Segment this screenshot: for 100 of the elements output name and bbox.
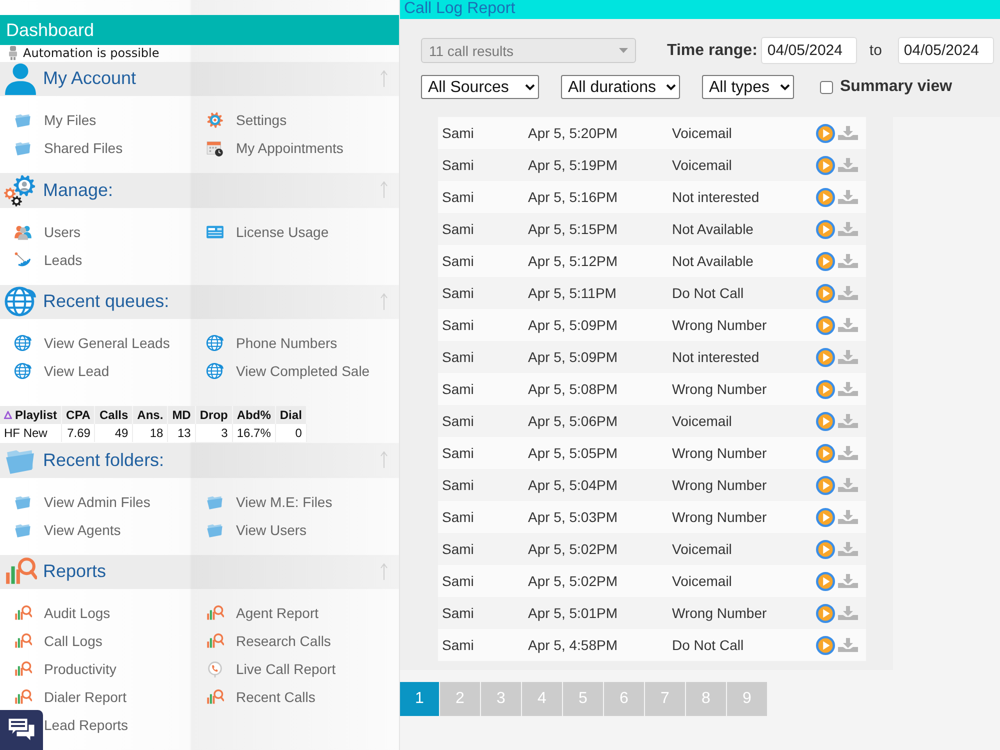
nav-link[interactable]: Shared Files bbox=[14, 139, 123, 158]
call-time: Apr 5, 5:01PM bbox=[528, 605, 618, 621]
call-time: Apr 5, 5:20PM bbox=[528, 125, 618, 141]
column-label[interactable]: Playlist bbox=[15, 408, 58, 422]
download-icon[interactable] bbox=[838, 446, 858, 460]
sort-icon[interactable] bbox=[4, 411, 12, 420]
download-icon[interactable] bbox=[838, 190, 858, 204]
agent-name: Sami bbox=[442, 125, 474, 141]
play-icon[interactable] bbox=[816, 188, 835, 206]
calendar-clock-icon bbox=[206, 139, 224, 158]
nav-link[interactable]: View Admin Files bbox=[14, 492, 150, 511]
play-icon[interactable] bbox=[816, 508, 835, 526]
collapse-arrow-icon[interactable] bbox=[380, 292, 388, 311]
download-icon[interactable] bbox=[838, 478, 858, 492]
column-label[interactable]: Abd% bbox=[236, 408, 271, 422]
download-icon[interactable] bbox=[838, 318, 858, 332]
nav-link[interactable]: Leads bbox=[14, 250, 82, 269]
download-icon[interactable] bbox=[838, 414, 858, 428]
play-icon[interactable] bbox=[816, 604, 835, 622]
nav-link[interactable]: View Users bbox=[206, 520, 307, 539]
page-button[interactable]: 1 bbox=[400, 682, 439, 716]
nav-link[interactable]: View Lead bbox=[14, 362, 110, 380]
download-icon[interactable] bbox=[838, 126, 858, 140]
play-icon[interactable] bbox=[816, 348, 835, 366]
agent-name: Sami bbox=[442, 541, 474, 557]
section-header[interactable]: My Account bbox=[0, 62, 399, 96]
play-icon[interactable] bbox=[816, 476, 835, 494]
section-header[interactable]: Recent folders: bbox=[0, 443, 399, 478]
download-icon[interactable] bbox=[838, 542, 858, 556]
nav-link[interactable]: Research Calls bbox=[206, 632, 331, 650]
column-label[interactable]: CPA bbox=[66, 408, 90, 422]
filter-select[interactable]: All durations bbox=[561, 75, 680, 99]
robot-icon bbox=[8, 46, 18, 60]
nav-link[interactable]: Call Logs bbox=[14, 632, 102, 650]
download-icon[interactable] bbox=[838, 382, 858, 396]
date-field[interactable]: 04/05/2024 bbox=[761, 37, 858, 64]
agent-name: Sami bbox=[442, 381, 474, 397]
play-icon[interactable] bbox=[816, 412, 835, 430]
download-icon[interactable] bbox=[838, 254, 858, 268]
play-icon[interactable] bbox=[816, 316, 835, 334]
call-result: Wrong Number bbox=[672, 605, 767, 621]
collapse-arrow-icon[interactable] bbox=[380, 562, 388, 581]
nav-link[interactable]: View Agents bbox=[14, 520, 121, 539]
nav-link[interactable]: View M.E: Files bbox=[206, 492, 332, 511]
download-icon[interactable] bbox=[838, 606, 858, 620]
collapse-arrow-icon[interactable] bbox=[380, 451, 388, 470]
nav-link[interactable]: Audit Logs bbox=[14, 604, 110, 622]
play-icon[interactable] bbox=[816, 572, 835, 590]
chat-button[interactable] bbox=[0, 710, 43, 750]
collapse-arrow-icon[interactable] bbox=[380, 181, 388, 200]
download-icon[interactable] bbox=[838, 158, 858, 172]
agent-name: Sami bbox=[442, 349, 474, 365]
play-icon[interactable] bbox=[816, 540, 835, 558]
play-icon[interactable] bbox=[816, 124, 835, 142]
nav-link[interactable]: View Completed Sale bbox=[206, 362, 370, 380]
download-icon[interactable] bbox=[838, 638, 858, 652]
play-icon[interactable] bbox=[816, 252, 835, 270]
download-icon[interactable] bbox=[838, 510, 858, 524]
play-icon[interactable] bbox=[816, 444, 835, 462]
dashboard-title: Dashboard bbox=[0, 15, 399, 45]
play-icon[interactable] bbox=[816, 636, 835, 654]
nav-link[interactable]: License Usage bbox=[206, 222, 329, 241]
nav-link[interactable]: Live Call Report bbox=[206, 660, 336, 678]
nav-link[interactable]: Recent Calls bbox=[206, 688, 316, 706]
play-icon[interactable] bbox=[816, 156, 835, 174]
nav-link[interactable]: Phone Numbers bbox=[206, 334, 338, 352]
nav-link[interactable]: My Files bbox=[14, 111, 96, 130]
nav-link[interactable]: Settings bbox=[206, 111, 287, 130]
download-icon[interactable] bbox=[838, 350, 858, 364]
nav-link[interactable]: Lead Reports bbox=[44, 717, 128, 733]
to-label: to bbox=[869, 42, 882, 59]
download-icon[interactable] bbox=[838, 574, 858, 588]
filter-select[interactable]: All Sources bbox=[421, 75, 539, 99]
date-field[interactable]: 04/05/2024 bbox=[898, 37, 994, 64]
nav-link[interactable]: Users bbox=[14, 222, 81, 241]
column-label[interactable]: Ans. bbox=[137, 408, 164, 422]
play-icon[interactable] bbox=[816, 284, 835, 302]
download-icon[interactable] bbox=[838, 286, 858, 300]
agent-name: Sami bbox=[442, 221, 474, 237]
play-icon[interactable] bbox=[816, 220, 835, 238]
section-header[interactable]: Recent queues: bbox=[0, 284, 399, 320]
column-label[interactable]: Dial bbox=[280, 408, 302, 422]
agent-name: Sami bbox=[442, 285, 474, 301]
nav-link[interactable]: Dialer Report bbox=[14, 688, 126, 706]
column-label[interactable]: Calls bbox=[99, 408, 128, 422]
nav-link[interactable]: Agent Report bbox=[206, 604, 318, 622]
play-icon[interactable] bbox=[816, 380, 835, 398]
time-range-label: Time range: bbox=[667, 42, 758, 60]
collapse-arrow-icon[interactable] bbox=[380, 70, 388, 88]
call-time: Apr 5, 5:16PM bbox=[528, 189, 618, 205]
section-header[interactable]: Reports bbox=[0, 554, 399, 589]
download-icon[interactable] bbox=[838, 222, 858, 236]
column-label[interactable]: Drop bbox=[200, 408, 228, 422]
section-header[interactable]: Manage: bbox=[0, 173, 399, 208]
nav-link[interactable]: Productivity bbox=[14, 660, 116, 678]
filter-select[interactable]: All types bbox=[702, 75, 794, 99]
column-label[interactable]: MD bbox=[172, 408, 191, 422]
nav-link[interactable]: My Appointments bbox=[206, 139, 344, 158]
nav-link[interactable]: View General Leads bbox=[14, 334, 170, 352]
summary-checkbox[interactable] bbox=[820, 80, 833, 94]
